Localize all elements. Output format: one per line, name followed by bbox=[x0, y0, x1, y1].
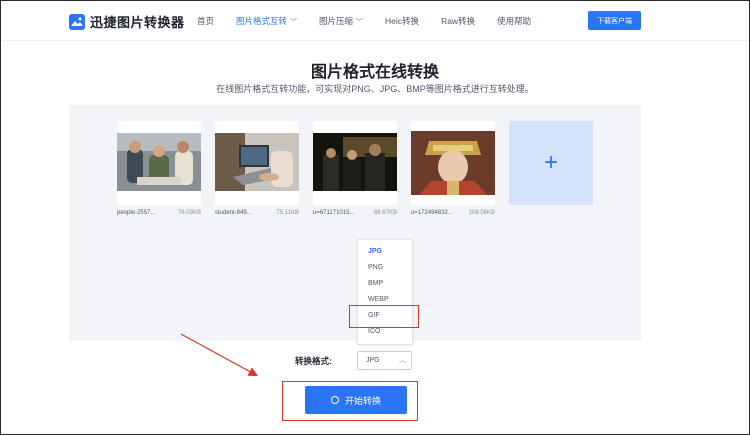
image-thumbnail[interactable] bbox=[215, 121, 299, 205]
nav-label: 图片压缩 bbox=[319, 16, 354, 26]
format-label: 转换格式: bbox=[295, 356, 332, 366]
image-thumbnail[interactable] bbox=[313, 121, 397, 205]
nav-label: 图片格式互转 bbox=[236, 16, 288, 26]
format-dropdown-menu: JPG PNG BMP WEBP GIF ICO bbox=[357, 239, 413, 345]
brand-name: 迅捷图片转换器 bbox=[90, 15, 185, 30]
file-name: u=172494832... bbox=[411, 210, 453, 216]
nav-compress[interactable]: 图片压缩 ﹀ bbox=[319, 15, 363, 27]
download-client-button[interactable]: 下载客户端 bbox=[588, 11, 641, 30]
picture-icon bbox=[69, 13, 85, 30]
page-title: 图片格式在线转换 bbox=[310, 64, 439, 81]
file-size: 76.03KB bbox=[177, 210, 201, 216]
file-name: u=671171015... bbox=[313, 210, 355, 216]
file-size: 68.67KB bbox=[373, 210, 397, 216]
nav-label: 首页 bbox=[197, 16, 215, 26]
chevron-down-icon: ﹀ bbox=[356, 19, 364, 26]
chevron-up-icon: ︿ bbox=[399, 357, 406, 364]
main-nav: 首页 图片格式互转 ﹀ 图片压缩 ﹀ Heic转换 Raw转换 使用帮助 bbox=[197, 15, 553, 27]
page-subtitle: 在线图片格式互转功能，可实现对PNG、JPG、BMP等图片格式进行互转处理。 bbox=[216, 84, 534, 94]
image-thumbnail[interactable] bbox=[117, 121, 201, 205]
plus-icon: + bbox=[543, 149, 558, 176]
file-size: 208.06KB bbox=[468, 210, 495, 216]
annotation-box-gif bbox=[349, 305, 419, 328]
nav-label: Raw转换 bbox=[441, 16, 476, 26]
annotation-box-start bbox=[282, 381, 418, 421]
format-option-bmp[interactable]: BMP bbox=[358, 276, 412, 292]
format-select[interactable]: JPG ︿ bbox=[357, 351, 412, 370]
chevron-down-icon: ﹀ bbox=[290, 19, 298, 26]
format-option-jpg[interactable]: JPG bbox=[358, 244, 412, 260]
file-name: student-849... bbox=[215, 210, 252, 216]
nav-home[interactable]: 首页 bbox=[197, 15, 214, 27]
nav-label: Heic转换 bbox=[385, 16, 420, 26]
nav-format-convert[interactable]: 图片格式互转 ﹀ bbox=[236, 15, 297, 27]
nav-help[interactable]: 使用帮助 bbox=[497, 15, 531, 27]
nav-label: 使用帮助 bbox=[497, 16, 532, 26]
nav-heic[interactable]: Heic转换 bbox=[385, 15, 419, 27]
add-image-button[interactable]: + bbox=[509, 121, 593, 205]
file-size: 75.11KB bbox=[276, 210, 299, 216]
file-name: people-2557... bbox=[117, 210, 156, 216]
image-thumbnail[interactable] bbox=[411, 121, 495, 205]
format-select-value: JPG bbox=[366, 357, 380, 364]
top-header: 迅捷图片转换器 首页 图片格式互转 ﹀ 图片压缩 ﹀ Heic转换 Raw转换 使用… bbox=[1, 1, 749, 41]
brand-logo[interactable]: 迅捷图片转换器 bbox=[69, 12, 185, 31]
format-option-png[interactable]: PNG bbox=[358, 260, 412, 276]
nav-raw[interactable]: Raw转换 bbox=[441, 15, 475, 27]
